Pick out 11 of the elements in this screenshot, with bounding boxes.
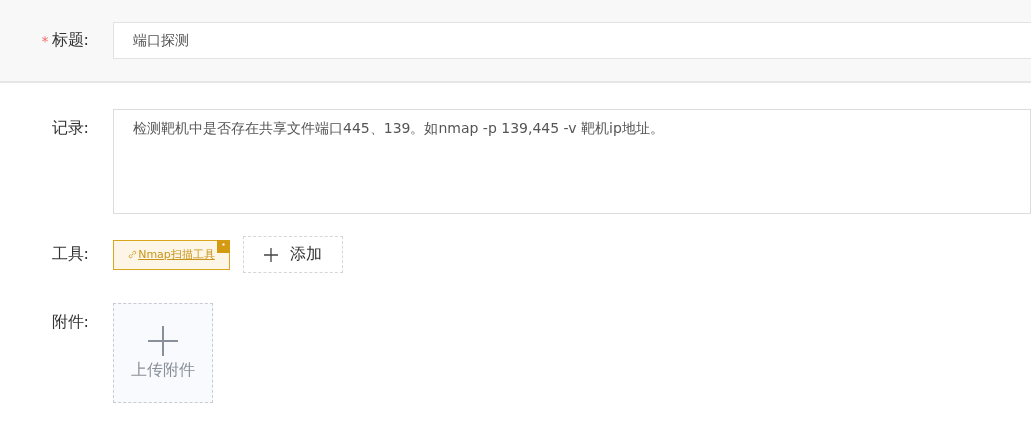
- add-button[interactable]: 添加: [243, 236, 343, 273]
- field-label: 工具:: [51, 244, 89, 265]
- required-mark: *: [41, 32, 49, 49]
- plus-icon: [264, 247, 278, 262]
- field-label: 标题:: [51, 30, 89, 51]
- record-textarea[interactable]: 检测靶机中是否存在共享文件端口445、139。如nmap -p 139,445 -v 靶机ip地址。: [113, 109, 1031, 214]
- link-icon: [128, 250, 138, 259]
- field-label: 记录:: [51, 117, 89, 139]
- title-input[interactable]: 端口探测: [113, 22, 1031, 59]
- field-label: 附件:: [51, 311, 89, 333]
- plus-icon: [148, 325, 178, 356]
